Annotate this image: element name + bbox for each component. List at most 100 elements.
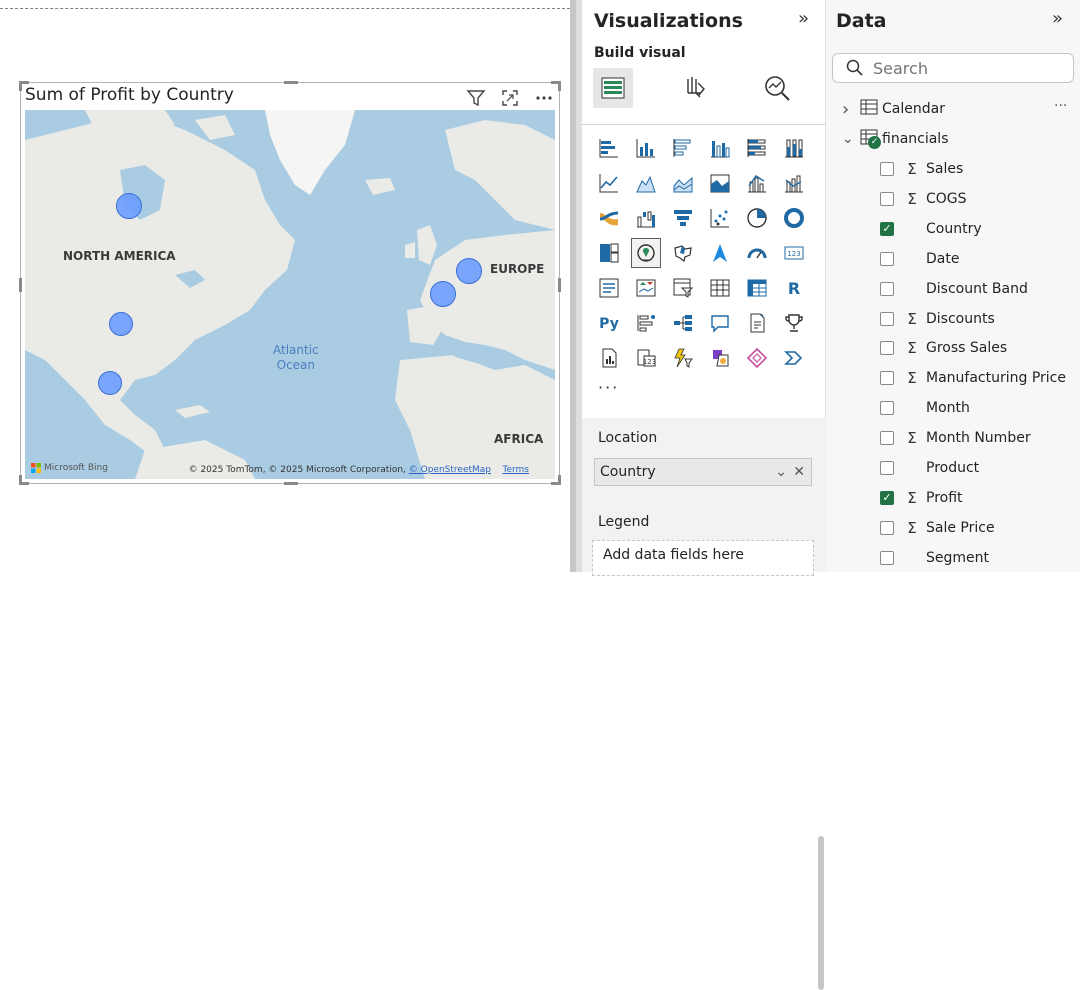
field-checkbox[interactable] — [880, 341, 894, 356]
qna-icon[interactable] — [705, 308, 735, 338]
map-bubble-united-states[interactable] — [109, 312, 133, 336]
power-apps-icon[interactable] — [705, 343, 735, 373]
pie-chart-icon[interactable] — [742, 203, 772, 233]
map-icon[interactable] — [631, 238, 661, 268]
field-row-segment[interactable]: Segment — [880, 543, 989, 573]
treemap-icon[interactable] — [594, 238, 624, 268]
multi-row-card-icon[interactable] — [594, 273, 624, 303]
stacked-bar-chart-icon[interactable] — [594, 133, 624, 163]
field-row-sale-price[interactable]: Σ Sale Price — [880, 513, 995, 543]
field-row-month[interactable]: Month — [880, 393, 970, 423]
map-bubble-germany[interactable] — [456, 258, 482, 284]
donut-chart-icon[interactable] — [779, 203, 809, 233]
waterfall-chart-icon[interactable] — [631, 203, 661, 233]
field-row-profit[interactable]: ✓ Σ Profit — [880, 483, 963, 513]
r-script-visual-icon[interactable]: R — [779, 273, 809, 303]
field-row-cogs[interactable]: Σ COGS — [880, 184, 967, 214]
collapse-visualizations-icon[interactable]: » — [798, 8, 809, 29]
clustered-column-chart-icon[interactable] — [705, 133, 735, 163]
stacked-area-chart-icon[interactable] — [668, 168, 698, 198]
key-influencers-icon[interactable] — [631, 308, 661, 338]
report-canvas[interactable]: Sum of Profit by Country NORTH AMERICA E… — [0, 0, 570, 572]
funnel-chart-icon[interactable] — [668, 203, 698, 233]
map-bubble-canada[interactable] — [116, 193, 142, 219]
wells-scrollbar[interactable] — [818, 836, 824, 990]
field-checkbox[interactable] — [880, 550, 894, 565]
map-area[interactable]: NORTH AMERICA EUROPE AFRICA Atlantic Oce… — [25, 110, 555, 479]
field-checkbox[interactable] — [880, 371, 894, 386]
build-visual-tab-icon[interactable] — [593, 68, 633, 108]
field-row-month-number[interactable]: Σ Month Number — [880, 423, 1031, 453]
map-bubble-mexico[interactable] — [98, 371, 122, 395]
power-automate-flow-icon[interactable] — [779, 343, 809, 373]
location-field-pill[interactable]: Country ⌄ ✕ — [594, 458, 812, 486]
field-checkbox[interactable] — [880, 191, 894, 206]
collapse-data-icon[interactable]: » — [1052, 8, 1063, 29]
field-row-gross-sales[interactable]: Σ Gross Sales — [880, 333, 1007, 363]
map-visual[interactable]: Sum of Profit by Country NORTH AMERICA E… — [19, 81, 561, 485]
field-row-country[interactable]: ✓ Country — [880, 214, 982, 244]
legend-drop-zone[interactable]: Add data fields here — [592, 540, 814, 576]
kpi-icon[interactable] — [631, 273, 661, 303]
search-input[interactable] — [873, 58, 1063, 78]
field-row-manufacturing-price[interactable]: Σ Manufacturing Price — [880, 363, 1066, 393]
table-row-financials[interactable]: ⌄ ✓ financials — [842, 124, 949, 154]
field-checkbox[interactable] — [880, 162, 894, 176]
slicer-icon[interactable] — [668, 273, 698, 303]
field-checkbox[interactable]: ✓ — [880, 490, 894, 505]
python-visual-icon[interactable]: Py — [594, 308, 624, 338]
resize-handle-left[interactable] — [19, 278, 22, 292]
matrix-icon[interactable] — [742, 273, 772, 303]
remove-field-icon[interactable]: ✕ — [793, 459, 805, 485]
more-options-icon[interactable] — [533, 87, 555, 109]
chevron-down-icon[interactable]: ⌄ — [775, 459, 787, 485]
field-row-date[interactable]: Date — [880, 244, 959, 274]
area-chart-icon[interactable] — [631, 168, 661, 198]
paginated-report-icon[interactable] — [594, 343, 624, 373]
field-row-sales[interactable]: Σ Sales — [880, 154, 963, 184]
100-stacked-column-chart-icon[interactable] — [779, 133, 809, 163]
openstreetmap-link[interactable]: © OpenStreetMap — [409, 465, 491, 475]
field-row-discount-band[interactable]: Discount Band — [880, 274, 1028, 304]
focus-mode-icon[interactable] — [499, 87, 521, 109]
resize-handle-top[interactable] — [284, 81, 298, 84]
gauge-icon[interactable] — [742, 238, 772, 268]
ribbon-chart-icon[interactable] — [594, 203, 624, 233]
100-stacked-area-chart-icon[interactable] — [705, 168, 735, 198]
metrics-icon[interactable] — [779, 308, 809, 338]
format-visual-tab-icon[interactable] — [675, 68, 715, 108]
field-checkbox[interactable] — [880, 251, 894, 266]
resize-handle-bottom-right-v[interactable] — [558, 475, 561, 485]
resize-handle-bottom-left-v[interactable] — [19, 475, 22, 485]
data-search-box[interactable] — [832, 53, 1074, 83]
power-automate-icon[interactable] — [668, 343, 698, 373]
table-row-calendar[interactable]: › Calendar — [842, 94, 945, 124]
scatter-chart-icon[interactable] — [705, 203, 735, 233]
resize-handle-bottom[interactable] — [284, 482, 298, 485]
more-visuals-button[interactable]: ··· — [598, 378, 619, 397]
chevron-right-icon[interactable]: › — [842, 99, 856, 120]
field-row-product[interactable]: Product — [880, 453, 979, 483]
resize-handle-right[interactable] — [558, 278, 561, 292]
resize-handle-top-left-v[interactable] — [19, 81, 22, 91]
field-checkbox[interactable] — [880, 431, 894, 446]
stacked-column-chart-icon[interactable] — [631, 133, 661, 163]
analytics-tab-icon[interactable] — [757, 68, 797, 108]
line-and-clustered-column-chart-icon[interactable] — [779, 168, 809, 198]
field-checkbox[interactable] — [880, 281, 894, 296]
terms-link[interactable]: Terms — [502, 465, 529, 475]
field-checkbox[interactable] — [880, 311, 894, 326]
chevron-down-icon[interactable]: ⌄ — [842, 131, 856, 147]
field-checkbox[interactable] — [880, 401, 894, 416]
power-apps-diamond-icon[interactable] — [742, 343, 772, 373]
field-checkbox[interactable] — [880, 520, 894, 535]
resize-handle-top-right-v[interactable] — [558, 81, 561, 91]
field-row-discounts[interactable]: Σ Discounts — [880, 304, 995, 334]
filter-icon[interactable] — [465, 87, 487, 109]
map-bubble-france[interactable] — [430, 281, 456, 307]
line-chart-icon[interactable] — [594, 168, 624, 198]
table-icon[interactable] — [705, 273, 735, 303]
100-stacked-bar-chart-icon[interactable] — [742, 133, 772, 163]
field-checkbox[interactable]: ✓ — [880, 221, 894, 236]
smart-narrative-icon[interactable] — [742, 308, 772, 338]
